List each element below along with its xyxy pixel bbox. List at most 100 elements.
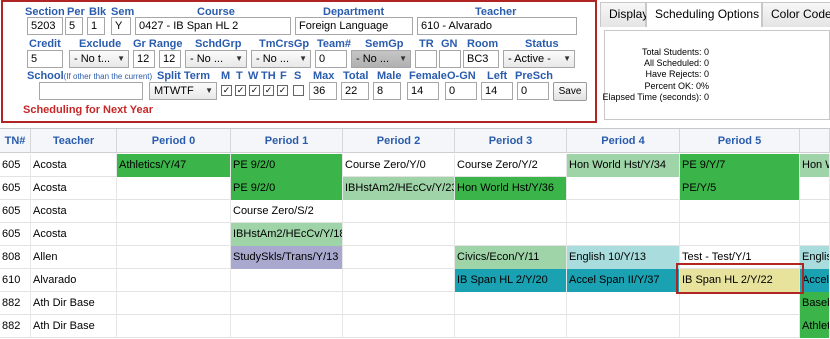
pre-sch-field[interactable]: 0 <box>517 82 549 100</box>
day-f-checkbox[interactable]: ✓ <box>277 85 288 96</box>
tab-display[interactable]: Display <box>600 2 648 27</box>
day-t-checkbox[interactable]: ✓ <box>235 85 246 96</box>
sem-field[interactable]: Y <box>111 17 131 35</box>
period-cell[interactable] <box>117 315 231 338</box>
period-cell[interactable]: Course Zero/Y/2 <box>455 154 567 177</box>
column-header[interactable]: Period 1 <box>231 129 343 153</box>
gn-field[interactable] <box>439 50 461 68</box>
sem-gp-select[interactable]: - No ... ▼ <box>351 50 411 68</box>
period-cell[interactable] <box>680 223 800 246</box>
period-cell[interactable] <box>455 200 567 223</box>
period-cell[interactable] <box>231 292 343 315</box>
period-cell[interactable]: PE 9/2/0 <box>231 177 343 200</box>
day-th-checkbox[interactable]: ✓ <box>263 85 274 96</box>
column-header[interactable] <box>800 129 830 153</box>
schd-grp-select[interactable]: - No ... ▼ <box>185 50 247 68</box>
max-field[interactable]: 36 <box>309 82 337 100</box>
period-cell[interactable]: PE 9/Y/7 <box>680 154 800 177</box>
column-header[interactable]: Teacher <box>31 129 117 153</box>
period-cell[interactable]: Course Zero/Y/0 <box>343 154 455 177</box>
table-row[interactable]: 605 Acosta IBHstAm2/HEcCv/Y/18 <box>0 223 830 246</box>
credit-field[interactable]: 5 <box>27 50 63 68</box>
period-cell[interactable]: IBHstAm2/HEcCv/Y/18 <box>231 223 343 246</box>
period-cell[interactable] <box>117 200 231 223</box>
period-cell[interactable] <box>117 223 231 246</box>
room-field[interactable]: BC3 <box>463 50 499 68</box>
tm-crs-gp-select[interactable]: - No ... ▼ <box>251 50 311 68</box>
tr-field[interactable] <box>415 50 437 68</box>
period-cell[interactable] <box>343 223 455 246</box>
column-header[interactable]: Period 3 <box>455 129 567 153</box>
period-cell[interactable] <box>455 315 567 338</box>
column-header[interactable]: Period 0 <box>117 129 231 153</box>
period-cell[interactable] <box>117 177 231 200</box>
period-cell[interactable] <box>117 292 231 315</box>
column-header[interactable]: Period 4 <box>567 129 680 153</box>
period-cell[interactable]: PE/Y/5 <box>680 177 800 200</box>
left-field[interactable]: 14 <box>481 82 513 100</box>
column-header[interactable]: Period 5 <box>680 129 800 153</box>
day-w-checkbox[interactable]: ✓ <box>249 85 260 96</box>
table-row[interactable]: 605 Acosta Course Zero/S/2 <box>0 200 830 223</box>
period-cell[interactable] <box>231 315 343 338</box>
exclude-select[interactable]: - No t... ▼ <box>69 50 129 68</box>
period-cell[interactable] <box>567 315 680 338</box>
o-gn-field[interactable]: 0 <box>445 82 477 100</box>
teacher-field[interactable]: 610 - Alvarado <box>417 17 577 35</box>
period-cell[interactable] <box>343 200 455 223</box>
column-header[interactable]: Period 2 <box>343 129 455 153</box>
period-cell[interactable]: Englis <box>800 246 830 269</box>
tab-scheduling-options[interactable]: Scheduling Options <box>646 2 762 27</box>
period-cell[interactable] <box>680 315 800 338</box>
period-cell[interactable] <box>800 200 830 223</box>
period-cell[interactable] <box>117 246 231 269</box>
period-cell[interactable] <box>343 269 455 292</box>
period-cell[interactable]: Hon W <box>800 154 830 177</box>
table-row[interactable]: 882Ath Dir Base Baseb <box>0 292 830 315</box>
course-field[interactable]: 0427 - IB Span HL 2 <box>135 17 291 35</box>
period-cell[interactable] <box>567 223 680 246</box>
period-cell[interactable] <box>117 269 231 292</box>
period-cell[interactable] <box>680 200 800 223</box>
period-cell[interactable]: PE 9/2/0 <box>231 154 343 177</box>
blk-field[interactable]: 1 <box>87 17 105 35</box>
save-button[interactable]: Save <box>553 82 587 101</box>
day-m-checkbox[interactable]: ✓ <box>221 85 232 96</box>
period-cell[interactable]: Hon World Hst/Y/36 <box>455 177 567 200</box>
male-field[interactable]: 8 <box>373 82 401 100</box>
school-field[interactable] <box>39 82 143 100</box>
period-cell[interactable] <box>455 223 567 246</box>
period-cell[interactable]: IB Span HL 2/Y/20 <box>455 269 567 292</box>
period-cell[interactable]: Athleti <box>800 315 830 338</box>
period-cell[interactable] <box>680 292 800 315</box>
period-cell[interactable]: English 10/Y/13 <box>567 246 680 269</box>
per-field[interactable]: 5 <box>65 17 83 35</box>
period-cell[interactable]: Baseb <box>800 292 830 315</box>
column-header[interactable]: TN# <box>0 129 31 153</box>
day-s-checkbox[interactable] <box>293 85 304 96</box>
period-cell[interactable] <box>455 292 567 315</box>
split-term-select[interactable]: MTWTF ▼ <box>149 82 217 100</box>
period-cell[interactable] <box>800 177 830 200</box>
period-cell[interactable]: Civics/Econ/Y/11 <box>455 246 567 269</box>
period-cell[interactable]: IBHstAm2/HEcCv/Y/23 <box>343 177 455 200</box>
female-field[interactable]: 14 <box>407 82 439 100</box>
gr-range-high-field[interactable]: 12 <box>159 50 181 68</box>
period-cell[interactable] <box>567 292 680 315</box>
department-field[interactable]: Foreign Language <box>295 17 413 35</box>
period-cell[interactable] <box>567 177 680 200</box>
period-cell[interactable]: Accel Span II/Y/37 <box>567 269 680 292</box>
period-cell[interactable]: Hon World Hst/Y/34 <box>567 154 680 177</box>
period-cell[interactable]: Course Zero/S/2 <box>231 200 343 223</box>
period-cell[interactable] <box>343 246 455 269</box>
period-cell[interactable]: Accel <box>800 269 830 292</box>
period-cell[interactable] <box>567 200 680 223</box>
table-row[interactable]: 605 Acosta PE 9/2/0 IBHstAm2/HEcCv/Y/23 Hon … <box>0 177 830 200</box>
tab-color-codes[interactable]: Color Codes <box>762 2 830 27</box>
gr-range-low-field[interactable]: 12 <box>133 50 155 68</box>
period-cell[interactable] <box>343 315 455 338</box>
team-num-field[interactable]: 0 <box>315 50 347 68</box>
period-cell[interactable] <box>343 292 455 315</box>
section-field[interactable]: 5203 <box>27 17 63 35</box>
period-cell[interactable] <box>800 223 830 246</box>
